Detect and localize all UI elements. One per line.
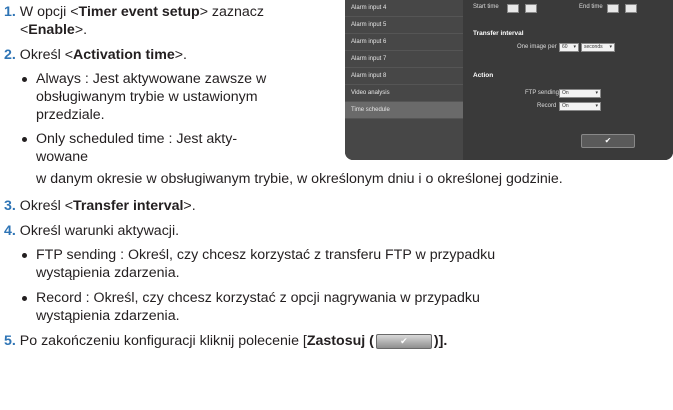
- step-text: Określ warunki aktywacji.: [15, 223, 180, 239]
- end-minute-field: [625, 4, 637, 13]
- step-3-line: 3. Określ <Transfer interval>.: [4, 197, 196, 215]
- unit-select: seconds: [581, 43, 615, 52]
- step-bold-text: Activation time: [73, 47, 175, 63]
- step-text: >.: [183, 198, 196, 214]
- sidebar-item-alarm-input-7: Alarm input 7: [345, 51, 463, 68]
- bullet-always-line-3: przedziale.: [36, 107, 105, 123]
- apply-button: ✔: [581, 134, 635, 148]
- step-2-line: 2. Określ <Activation time>.: [4, 46, 187, 64]
- step-number: 1.: [4, 4, 16, 20]
- start-time-label: Start time: [473, 4, 499, 10]
- step-bold-text: )].: [433, 333, 448, 349]
- step-text: W opcji <: [15, 4, 79, 20]
- record-select: On: [559, 102, 601, 111]
- bullet-ftp-line-2: wystąpienia zdarzenia.: [36, 265, 180, 281]
- step-bold-text: Zastosuj (: [306, 333, 374, 349]
- end-time-label: End time: [579, 4, 603, 10]
- step-number: 3.: [4, 198, 16, 214]
- screenshot-sidebar: Alarm input 4 Alarm input 5 Alarm input …: [345, 0, 463, 160]
- one-image-per-select: 60: [559, 43, 579, 52]
- one-image-per-label: One image per: [517, 44, 557, 50]
- sidebar-item-video-analysis: Video analysis: [345, 85, 463, 102]
- step-text: >.: [174, 47, 187, 63]
- step-text: Określ <: [15, 198, 74, 214]
- apply-button-icon: ✔: [375, 333, 432, 349]
- step-text: Określ <: [15, 47, 74, 63]
- sidebar-item-alarm-input-4: Alarm input 4: [345, 0, 463, 17]
- settings-screenshot: Alarm input 4 Alarm input 5 Alarm input …: [345, 0, 673, 160]
- step-text: > zaznacz: [199, 4, 264, 20]
- step-number: 5.: [4, 333, 16, 349]
- action-heading: Action: [473, 72, 494, 79]
- bullet-scheduled-line-2: wowane: [36, 149, 89, 165]
- bullet-record-line-2: wystąpienia zdarzenia.: [36, 308, 180, 324]
- document-page: Alarm input 4 Alarm input 5 Alarm input …: [0, 0, 673, 410]
- step-1-line-1: 1. W opcji <Timer event setup> zaznacz: [4, 3, 264, 21]
- step-1-line-2: <Enable>.: [20, 21, 87, 39]
- sidebar-item-alarm-input-6: Alarm input 6: [345, 34, 463, 51]
- bullet-always-line-2: obsługiwanym trybie w ustawionym: [36, 89, 258, 105]
- bullet-ftp-line-1: FTP sending : Określ, czy chcesz korzyst…: [21, 247, 496, 263]
- step-4-line: 4. Określ warunki aktywacji.: [4, 222, 179, 240]
- end-hour-field: [607, 4, 619, 13]
- step-number: 2.: [4, 47, 16, 63]
- screenshot-main: Start time End time Transfer interval On…: [467, 0, 673, 160]
- bullet-scheduled-line-3: w danym okresie w obsługiwanym trybie, w…: [36, 171, 563, 187]
- sidebar-item-time-schedule: Time schedule: [345, 102, 463, 119]
- start-hour-field: [507, 4, 519, 13]
- step-bold-text: Enable: [28, 22, 75, 38]
- bullet-scheduled-line-1: Only scheduled time : Jest akty-: [21, 131, 238, 147]
- step-text: Po zakończeniu konfiguracji kliknij pole…: [15, 333, 307, 349]
- transfer-interval-heading: Transfer interval: [473, 30, 524, 37]
- ftp-sending-label: FTP sending: [525, 90, 559, 96]
- sidebar-item-alarm-input-5: Alarm input 5: [345, 17, 463, 34]
- bullet-record-line-1: Record : Określ, czy chcesz korzystać z …: [22, 290, 480, 306]
- step-number: 4.: [4, 223, 16, 239]
- ftp-sending-select: On: [559, 89, 601, 98]
- sidebar-item-alarm-input-8: Alarm input 8: [345, 68, 463, 85]
- step-bold-text: Timer event setup: [78, 4, 200, 20]
- record-label: Record: [537, 103, 557, 109]
- bullet-always-line-1: Always : Jest aktywowane zawsze w: [21, 71, 267, 87]
- start-minute-field: [525, 4, 537, 13]
- step-text: >.: [74, 22, 88, 38]
- step-5-line: 5. Po zakończeniu konfiguracji kliknij p…: [4, 332, 447, 350]
- step-bold-text: Transfer interval: [73, 198, 184, 214]
